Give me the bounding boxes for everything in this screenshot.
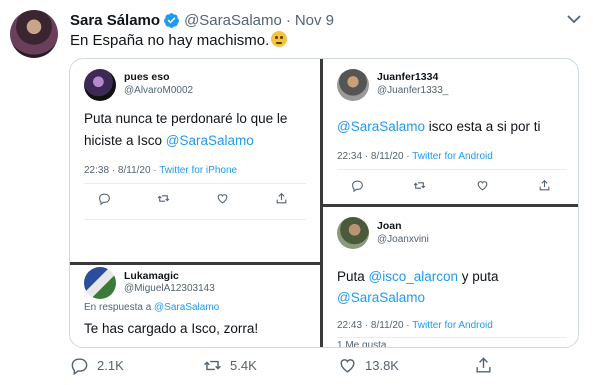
tweet-source: Twitter for Android bbox=[412, 320, 493, 331]
reply-icon bbox=[99, 193, 110, 205]
reply-button[interactable]: 2.1K bbox=[70, 356, 124, 375]
reply-label: En respuesta a bbox=[84, 302, 155, 313]
reply-mention: @SaraSalamo bbox=[154, 302, 220, 313]
like-count: 13.8K bbox=[365, 358, 399, 373]
tweet-meta: 22:34 · 8/11/20 · Twitter for Android bbox=[337, 151, 493, 162]
tweet-text: Te has cargado a Isco, zorra! bbox=[84, 321, 259, 336]
tweet-text: @SaraSalamo isco esta a si por ti bbox=[337, 117, 541, 136]
like-icon bbox=[477, 181, 488, 191]
avatar bbox=[337, 217, 369, 249]
tweet-time: 22:38 · 8/11/20 · bbox=[84, 165, 160, 176]
avatar bbox=[84, 69, 116, 101]
tweet-text-prefix: Puta bbox=[337, 269, 369, 284]
tweet-time: 22:43 · 8/11/20 · bbox=[337, 320, 413, 331]
tweet-actions: 2.1K 5.4K 13.8K bbox=[70, 356, 510, 376]
mention-link: @isco_alarcon bbox=[368, 269, 459, 284]
reply-icon bbox=[71, 358, 88, 375]
tweet-header: Sara Sálamo @SaraSalamo · Nov 9 bbox=[70, 10, 334, 30]
retweet-icon bbox=[414, 182, 426, 189]
tweet-text: En España no hay machismo. bbox=[70, 31, 288, 49]
mention-link: @SaraSalamo bbox=[337, 290, 425, 305]
tweet-meta: 22:38 · 8/11/20 · Twitter for iPhone bbox=[84, 165, 237, 176]
tweet-source: Twitter for iPhone bbox=[159, 165, 238, 176]
more-options-icon[interactable] bbox=[565, 12, 583, 26]
mini-actions bbox=[98, 192, 288, 205]
user-name: Lukamagic bbox=[124, 270, 179, 282]
user-name: pues eso bbox=[124, 71, 170, 83]
tweet-line-2: @SaraSalamo bbox=[337, 288, 425, 307]
like-icon bbox=[340, 359, 355, 373]
media-collage[interactable]: pues eso @AlvaroM0002 Puta nunca te perd… bbox=[69, 58, 579, 348]
screenshot-bottom-right: Joan @Joanxvini Puta @isco_alarcon y put… bbox=[323, 207, 578, 348]
tweet-body: En España no hay machismo. bbox=[70, 32, 270, 49]
separator-dot: · bbox=[285, 11, 291, 29]
divider bbox=[337, 337, 567, 338]
like-button[interactable]: 13.8K bbox=[338, 356, 399, 375]
retweet-button[interactable]: 5.4K bbox=[203, 356, 257, 375]
divider bbox=[337, 169, 567, 170]
like-icon bbox=[217, 194, 228, 204]
mini-actions bbox=[351, 179, 551, 192]
screenshot-bottom-left: Lukamagic @MiguelA12303143 En respuesta … bbox=[70, 265, 320, 347]
likes-count-partial: 1 Me gusta bbox=[337, 340, 387, 348]
share-icon bbox=[476, 357, 491, 373]
author-handle[interactable]: @SaraSalamo bbox=[184, 12, 282, 29]
tweet-text-middle: y puta bbox=[458, 269, 499, 284]
reply-icon bbox=[352, 180, 363, 192]
share-icon bbox=[539, 179, 550, 191]
share-icon bbox=[276, 192, 287, 204]
avatar bbox=[84, 267, 116, 299]
user-handle: @Juanfer1333_ bbox=[377, 85, 449, 96]
reply-context: En respuesta a @SaraSalamo bbox=[84, 302, 219, 313]
mention-link: @SaraSalamo bbox=[165, 133, 254, 148]
tweet-line-1: Puta nunca te perdonaré lo que le bbox=[84, 111, 288, 126]
mention-link: @SaraSalamo bbox=[337, 119, 425, 134]
divider bbox=[84, 219, 306, 220]
tweet-source: Twitter for Android bbox=[412, 151, 493, 162]
retweet-icon bbox=[204, 360, 221, 371]
user-handle: @AlvaroM0002 bbox=[124, 85, 194, 96]
user-name: Joan bbox=[377, 220, 402, 232]
share-button[interactable] bbox=[474, 356, 493, 375]
tweet-meta: 22:43 · 8/11/20 · Twitter for Android bbox=[337, 320, 493, 331]
user-name: Juanfer1334 bbox=[377, 71, 439, 83]
verified-badge-icon bbox=[164, 12, 179, 28]
screenshot-top-right: Juanfer1334 @Juanfer1333_ @SaraSalamo is… bbox=[323, 59, 578, 204]
user-handle: @MiguelA12303143 bbox=[124, 283, 215, 294]
avatar bbox=[337, 69, 369, 101]
tweet-line-1: Puta @isco_alarcon y puta bbox=[337, 267, 499, 286]
retweet-icon bbox=[157, 195, 170, 202]
user-handle: @Joanxvini bbox=[377, 234, 429, 245]
tweet-line-2-text: hiciste a Isco bbox=[84, 133, 166, 148]
divider bbox=[84, 183, 306, 184]
retweet-count: 5.4K bbox=[230, 358, 257, 373]
author-name[interactable]: Sara Sálamo bbox=[70, 12, 160, 29]
rolling-eyes-emoji-icon bbox=[271, 31, 288, 47]
tweet-time: 22:34 · 8/11/20 · bbox=[337, 151, 413, 162]
author-avatar[interactable] bbox=[10, 10, 58, 58]
reply-count: 2.1K bbox=[97, 358, 124, 373]
tweet-line-2: hiciste a Isco @SaraSalamo bbox=[84, 131, 254, 150]
screenshot-top-left: pues eso @AlvaroM0002 Puta nunca te perd… bbox=[70, 59, 320, 262]
tweet-date[interactable]: Nov 9 bbox=[295, 12, 334, 29]
tweet-text-body: isco esta a si por ti bbox=[425, 119, 541, 134]
